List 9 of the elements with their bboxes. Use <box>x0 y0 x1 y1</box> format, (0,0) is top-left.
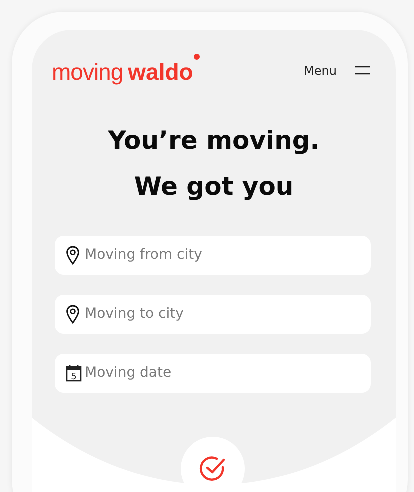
menu-icon <box>355 66 370 76</box>
location-pin-icon <box>66 246 80 265</box>
location-pin-icon <box>66 304 80 324</box>
input-field[interactable]: Moving from city <box>55 236 371 275</box>
calendar-icon: 5 <box>66 364 82 382</box>
check-circle-icon <box>198 454 228 484</box>
input-field[interactable]: Moving to city <box>55 294 371 334</box>
menu-button[interactable]: Menu <box>304 64 370 78</box>
headline: You’re moving. We got you <box>107 124 321 203</box>
